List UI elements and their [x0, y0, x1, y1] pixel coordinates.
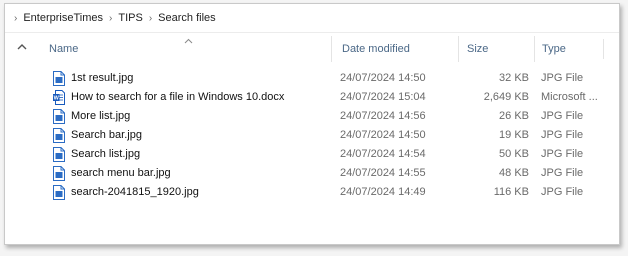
file-type: Microsoft ...	[541, 91, 598, 103]
column-header-name-label: Name	[49, 43, 79, 55]
file-type: JPG File	[541, 110, 584, 122]
jpg-file-icon	[53, 109, 65, 124]
column-header-size-label: Size	[467, 43, 489, 55]
column-header-type[interactable]: Type	[534, 36, 609, 62]
breadcrumb-item-search-files[interactable]: Search files	[158, 12, 215, 24]
file-type: JPG File	[541, 148, 584, 160]
file-row[interactable]: W How to search for a file in Windows 10…	[39, 88, 609, 107]
chevron-right-icon[interactable]: ›	[149, 13, 152, 24]
column-header-name[interactable]: Name	[39, 36, 331, 62]
file-name: More list.jpg	[71, 110, 131, 122]
file-size: 48 KB	[499, 167, 529, 179]
file-size: 116 KB	[493, 186, 529, 198]
file-name: search menu bar.jpg	[71, 167, 171, 179]
file-size: 2,649 KB	[483, 91, 529, 103]
file-row[interactable]: Search list.jpg 24/07/2024 14:54 50 KB J…	[39, 145, 609, 164]
word-document-icon: W	[53, 90, 65, 105]
file-date-modified: 24/07/2024 14:49	[340, 186, 426, 198]
file-size: 32 KB	[499, 72, 529, 84]
svg-text:W: W	[54, 96, 60, 102]
file-type: JPG File	[541, 129, 584, 141]
jpg-file-icon	[53, 147, 65, 162]
file-name: 1st result.jpg	[71, 72, 134, 84]
file-size: 50 KB	[499, 148, 529, 160]
chevron-right-icon[interactable]: ›	[109, 13, 112, 24]
file-type: JPG File	[541, 72, 584, 84]
sort-ascending-icon	[184, 38, 193, 44]
file-name: How to search for a file in Windows 10.d…	[71, 91, 285, 103]
file-name: search-2041815_1920.jpg	[71, 186, 199, 198]
column-header-row: Name Date modified Size Type	[39, 36, 609, 62]
file-explorer-window: › EnterpriseTimes › TIPS › Search files …	[4, 3, 620, 245]
file-date-modified: 24/07/2024 14:50	[340, 72, 426, 84]
jpg-file-icon	[53, 166, 65, 181]
file-row[interactable]: More list.jpg 24/07/2024 14:56 26 KB JPG…	[39, 107, 609, 126]
column-header-size[interactable]: Size	[458, 36, 534, 62]
jpg-file-icon	[53, 185, 65, 200]
jpg-file-icon	[53, 71, 65, 86]
column-header-type-label: Type	[542, 43, 566, 55]
file-size: 19 KB	[499, 129, 529, 141]
file-type: JPG File	[541, 186, 584, 198]
jpg-file-icon	[53, 128, 65, 143]
file-row[interactable]: search menu bar.jpg 24/07/2024 14:55 48 …	[39, 164, 609, 183]
file-date-modified: 24/07/2024 14:54	[340, 148, 426, 160]
file-name: Search bar.jpg	[71, 129, 142, 141]
file-list: 1st result.jpg 24/07/2024 14:50 32 KB JP…	[39, 69, 609, 202]
breadcrumb: › EnterpriseTimes › TIPS › Search files	[5, 4, 619, 33]
file-date-modified: 24/07/2024 14:55	[340, 167, 426, 179]
column-header-date-modified[interactable]: Date modified	[331, 36, 458, 62]
file-row[interactable]: 1st result.jpg 24/07/2024 14:50 32 KB JP…	[39, 69, 609, 88]
file-type: JPG File	[541, 167, 584, 179]
file-date-modified: 24/07/2024 14:56	[340, 110, 426, 122]
breadcrumb-item-enterprisetimes[interactable]: EnterpriseTimes	[23, 12, 103, 24]
file-row[interactable]: Search bar.jpg 24/07/2024 14:50 19 KB JP…	[39, 126, 609, 145]
collapse-caret-icon[interactable]	[16, 42, 28, 52]
file-name: Search list.jpg	[71, 148, 141, 160]
file-date-modified: 24/07/2024 14:50	[340, 129, 426, 141]
file-row[interactable]: search-2041815_1920.jpg 24/07/2024 14:49…	[39, 183, 609, 202]
file-size: 26 KB	[499, 110, 529, 122]
column-header-date-label: Date modified	[342, 43, 410, 55]
file-date-modified: 24/07/2024 15:04	[340, 91, 426, 103]
breadcrumb-item-tips[interactable]: TIPS	[118, 12, 142, 24]
chevron-right-icon[interactable]: ›	[14, 13, 17, 24]
